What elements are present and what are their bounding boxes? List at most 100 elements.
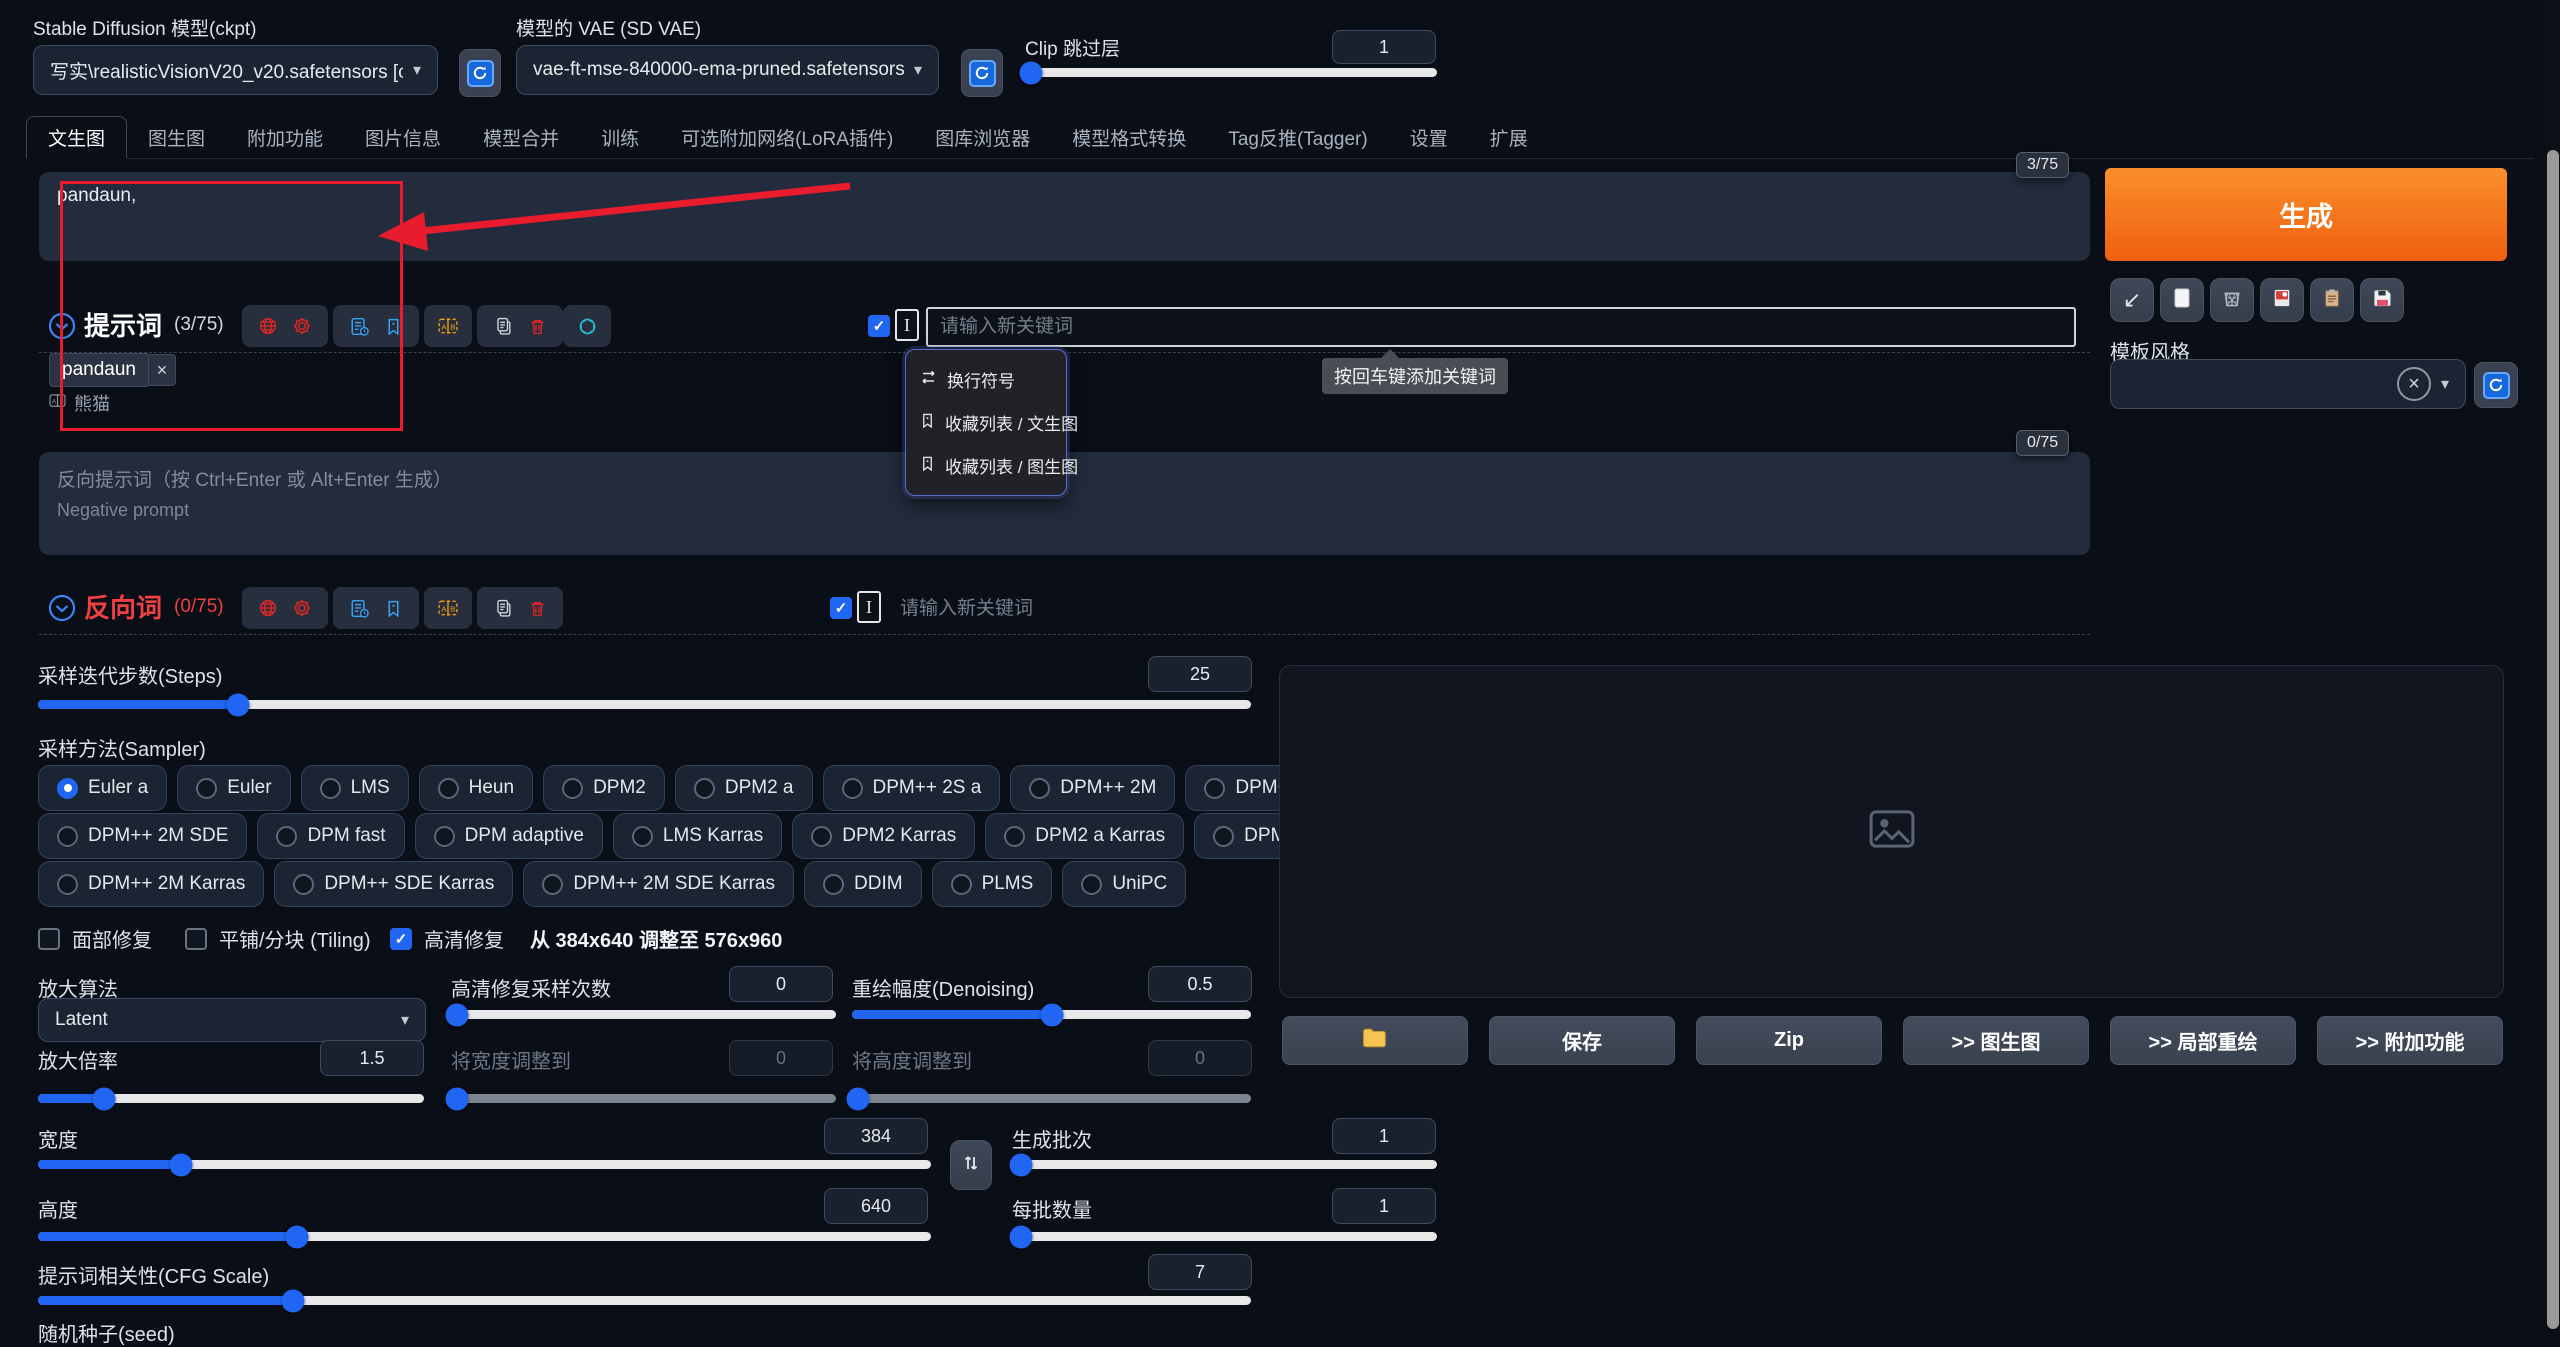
tiling-toggle[interactable]: 平铺/分块 (Tiling)	[185, 924, 370, 953]
collapse-chevron-icon[interactable]	[48, 594, 76, 627]
clear-prompt-button[interactable]	[2160, 278, 2204, 322]
batch-size-value[interactable]: 1	[1332, 1188, 1436, 1224]
scrollbar-thumb[interactable]	[2547, 150, 2559, 1329]
model-select[interactable]: 写实\realisticVisionV20_v20.safetensors [c…	[33, 45, 438, 95]
tab-train[interactable]: 训练	[580, 116, 660, 158]
steps-value[interactable]: 25	[1148, 656, 1252, 692]
steps-slider[interactable]	[38, 700, 1251, 709]
translate-ab-icon[interactable]: AB	[438, 317, 458, 335]
prompt-keyword-checkbox[interactable]: ✓	[868, 315, 890, 337]
tab-tagger[interactable]: Tag反推(Tagger)	[1207, 116, 1388, 158]
globe-icon[interactable]	[259, 599, 277, 617]
style-refresh-button[interactable]	[2474, 362, 2518, 408]
clip-skip-value[interactable]: 1	[1332, 30, 1436, 64]
open-folder-button[interactable]	[1282, 1016, 1468, 1065]
menu-item-fav-txt2img[interactable]: 收藏列表 / 文生图	[906, 401, 1066, 444]
clear-selection-icon[interactable]: ×	[2397, 367, 2431, 401]
sampler-lms[interactable]: LMS	[301, 765, 409, 811]
openai-icon[interactable]	[578, 317, 597, 336]
swap-dimensions-button[interactable]	[950, 1140, 992, 1190]
width-value[interactable]: 384	[824, 1118, 928, 1154]
text-cursor-icon[interactable]: I	[857, 591, 881, 623]
vae-select[interactable]: vae-ft-mse-840000-ema-pruned.safetensors…	[516, 45, 939, 95]
tab-extras[interactable]: 附加功能	[226, 116, 344, 158]
sampler-dpm-adaptive[interactable]: DPM adaptive	[415, 813, 603, 859]
clipboard-button[interactable]	[2310, 278, 2354, 322]
text-cursor-icon[interactable]: I	[895, 309, 919, 341]
send-to-img2img-button[interactable]: >> 图生图	[1903, 1016, 2089, 1065]
batch-count-slider[interactable]	[1012, 1160, 1437, 1169]
tab-image-browser[interactable]: 图库浏览器	[914, 116, 1051, 158]
height-value[interactable]: 640	[824, 1188, 928, 1224]
style-template-select[interactable]: × ▾	[2110, 359, 2466, 409]
gear-icon[interactable]	[293, 599, 311, 617]
copy-icon[interactable]	[495, 317, 513, 335]
clip-skip-slider[interactable]	[1025, 68, 1437, 77]
sampler-dpmpp-2m-sde-karras[interactable]: DPM++ 2M SDE Karras	[523, 861, 794, 907]
vae-refresh-button[interactable]	[961, 49, 1003, 97]
sampler-dpm2-a-karras[interactable]: DPM2 a Karras	[985, 813, 1184, 859]
height-slider[interactable]	[38, 1232, 931, 1241]
menu-item-linebreak[interactable]: 换行符号	[906, 358, 1066, 401]
upscaler-select[interactable]: Latent ▾	[38, 998, 426, 1042]
save-button[interactable]: 保存	[1489, 1016, 1675, 1065]
style-image-button[interactable]	[2260, 278, 2304, 322]
sampler-dpmpp-2m-sde[interactable]: DPM++ 2M SDE	[38, 813, 247, 859]
sampler-unipc[interactable]: UniPC	[1062, 861, 1186, 907]
sampler-plms[interactable]: PLMS	[932, 861, 1053, 907]
tab-extensions[interactable]: 扩展	[1469, 116, 1549, 158]
generate-button[interactable]: 生成	[2105, 168, 2507, 261]
batch-size-slider[interactable]	[1012, 1232, 1437, 1241]
restore-last-params-button[interactable]: ↙	[2110, 278, 2154, 322]
history-doc-icon[interactable]	[350, 599, 369, 618]
sampler-dpmpp-sde-karras[interactable]: DPM++ SDE Karras	[274, 861, 513, 907]
sampler-ddim[interactable]: DDIM	[804, 861, 922, 907]
send-to-inpaint-button[interactable]: >> 局部重绘	[2110, 1016, 2296, 1065]
cfg-value[interactable]: 7	[1148, 1254, 1252, 1290]
prompt-textarea[interactable]: pandaun,	[39, 172, 2090, 261]
tab-png-info[interactable]: 图片信息	[344, 116, 462, 158]
sampler-heun[interactable]: Heun	[419, 765, 533, 811]
sampler-lms-karras[interactable]: LMS Karras	[613, 813, 782, 859]
tab-model-converter[interactable]: 模型格式转换	[1051, 116, 1207, 158]
history-doc-icon[interactable]	[350, 317, 369, 336]
send-to-extras-button[interactable]: >> 附加功能	[2317, 1016, 2503, 1065]
zip-button[interactable]: Zip	[1696, 1016, 1882, 1065]
sampler-dpm-fast[interactable]: DPM fast	[257, 813, 404, 859]
trash-icon[interactable]	[529, 600, 546, 617]
sampler-euler[interactable]: Euler	[177, 765, 290, 811]
hires-steps-value[interactable]: 0	[729, 966, 833, 1002]
upscale-by-value[interactable]: 1.5	[320, 1040, 424, 1076]
denoising-slider[interactable]	[852, 1010, 1251, 1019]
trash-icon[interactable]	[529, 318, 546, 335]
upscale-by-slider[interactable]	[38, 1094, 424, 1103]
hires-fix-toggle[interactable]: ✓ 高清修复	[390, 924, 504, 953]
model-refresh-button[interactable]	[459, 49, 501, 97]
sampler-dpmpp-2m-karras[interactable]: DPM++ 2M Karras	[38, 861, 264, 907]
tag-remove-icon[interactable]: ×	[148, 354, 176, 386]
width-slider[interactable]	[38, 1160, 931, 1169]
negative-keyword-input[interactable]	[888, 589, 2068, 629]
sampler-dpm2-karras[interactable]: DPM2 Karras	[792, 813, 975, 859]
tab-lora[interactable]: 可选附加网络(LoRA插件)	[660, 116, 914, 158]
sampler-dpm2-a[interactable]: DPM2 a	[675, 765, 813, 811]
face-restore-toggle[interactable]: 面部修复	[38, 924, 152, 953]
gear-icon[interactable]	[293, 317, 311, 335]
bookmark-icon[interactable]	[385, 318, 402, 335]
collapse-chevron-icon[interactable]	[48, 312, 76, 345]
scrollbar-track[interactable]	[2545, 0, 2560, 1329]
globe-icon[interactable]	[259, 317, 277, 335]
save-style-button[interactable]	[2360, 278, 2404, 322]
menu-item-fav-img2img[interactable]: 收藏列表 / 图生图	[906, 444, 1066, 487]
sampler-euler-a[interactable]: Euler a	[38, 765, 167, 811]
tab-checkpoint-merger[interactable]: 模型合并	[462, 116, 580, 158]
copy-icon[interactable]	[495, 599, 513, 617]
hires-steps-slider[interactable]	[451, 1010, 836, 1019]
sampler-dpmpp-2m[interactable]: DPM++ 2M	[1010, 765, 1175, 811]
batch-count-value[interactable]: 1	[1332, 1118, 1436, 1154]
bookmark-icon[interactable]	[385, 600, 402, 617]
tab-txt2img[interactable]: 文生图	[26, 116, 127, 159]
sampler-dpm2[interactable]: DPM2	[543, 765, 665, 811]
cfg-slider[interactable]	[38, 1296, 1251, 1305]
tab-img2img[interactable]: 图生图	[127, 116, 226, 158]
